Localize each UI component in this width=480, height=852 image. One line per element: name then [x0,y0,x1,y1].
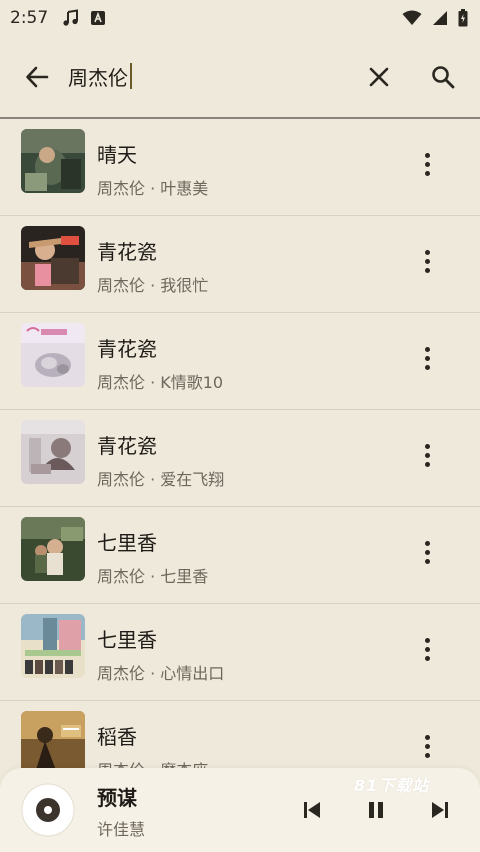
watermark: 81下载站 [354,776,430,795]
next-button[interactable] [424,794,456,826]
app-screen: 2:57 周杰伦 晴天 周杰伦 · 叶惠美 青花瓷 周杰伦 · 我很忙 青花瓷 … [0,0,480,852]
song-item[interactable]: 青花瓷 周杰伦 · 爱在飞翔 [0,410,480,507]
album-cover [21,614,85,678]
song-title: 晴天 [97,143,137,167]
signal-icon [432,10,448,26]
song-subtitle: 周杰伦 · 心情出口 [97,664,225,683]
status-time: 2:57 [10,8,49,28]
back-button[interactable] [20,60,54,94]
album-cover [21,517,85,581]
more-vert-icon [424,540,430,546]
song-subtitle: 周杰伦 · 爱在飞翔 [97,470,225,489]
album-cover [21,129,85,193]
more-vert-icon [424,249,430,255]
pause-icon [369,802,383,818]
battery-icon [458,9,468,27]
text-caret [130,63,132,89]
more-vert-icon [424,152,430,158]
song-subtitle: 周杰伦 · K情歌10 [97,373,224,392]
mini-player[interactable]: 预谋 许佳慧 81下载站 [0,768,480,852]
more-vert-icon [424,443,430,449]
search-icon [432,66,455,89]
more-options-button[interactable] [410,244,444,278]
song-title: 七里香 [97,531,157,555]
search-query-text: 周杰伦 [68,65,128,90]
album-cover [21,420,85,484]
status-bar: 2:57 [0,0,480,36]
search-bar: 周杰伦 [0,36,480,116]
song-title: 青花瓷 [97,434,157,458]
search-results-list: 晴天 周杰伦 · 叶惠美 青花瓷 周杰伦 · 我很忙 青花瓷 周杰伦 · K情歌… [0,119,480,798]
album-cover [21,711,85,775]
song-item[interactable]: 七里香 周杰伦 · 七里香 [0,507,480,604]
close-icon [369,67,389,87]
arrow-left-icon [26,66,49,88]
album-cover [21,323,85,387]
skip-next-icon [432,802,448,818]
more-options-button[interactable] [410,147,444,181]
song-subtitle: 周杰伦 · 我很忙 [97,276,209,295]
song-title: 七里香 [97,628,157,652]
status-left-icons [62,9,106,27]
song-subtitle: 周杰伦 · 叶惠美 [97,179,209,198]
song-subtitle: 周杰伦 · 七里香 [97,567,209,586]
song-title: 稻香 [97,725,137,749]
more-vert-icon [424,637,430,643]
more-options-button[interactable] [410,632,444,666]
skip-previous-icon [304,802,320,818]
more-options-button[interactable] [410,729,444,763]
now-playing-artwork [21,783,75,837]
now-playing-title: 预谋 [97,786,137,810]
song-item[interactable]: 晴天 周杰伦 · 叶惠美 [0,119,480,216]
wifi-icon [402,10,422,26]
more-options-button[interactable] [410,535,444,569]
music-note-icon [62,9,80,27]
more-vert-icon [424,734,430,740]
status-right-icons [402,9,468,27]
more-vert-icon [424,346,430,352]
previous-button[interactable] [296,794,328,826]
search-button[interactable] [426,60,460,94]
album-cover [21,226,85,290]
pause-button[interactable] [360,794,392,826]
more-options-button[interactable] [410,438,444,472]
clear-search-button[interactable] [362,60,396,94]
text-a-icon [90,10,106,26]
song-item[interactable]: 七里香 周杰伦 · 心情出口 [0,604,480,701]
now-playing-artist: 许佳慧 [97,820,146,839]
more-options-button[interactable] [410,341,444,375]
song-item[interactable]: 青花瓷 周杰伦 · K情歌10 [0,313,480,410]
song-title: 青花瓷 [97,337,157,361]
search-input[interactable]: 周杰伦 [68,58,348,94]
song-title: 青花瓷 [97,240,157,264]
song-item[interactable]: 青花瓷 周杰伦 · 我很忙 [0,216,480,313]
